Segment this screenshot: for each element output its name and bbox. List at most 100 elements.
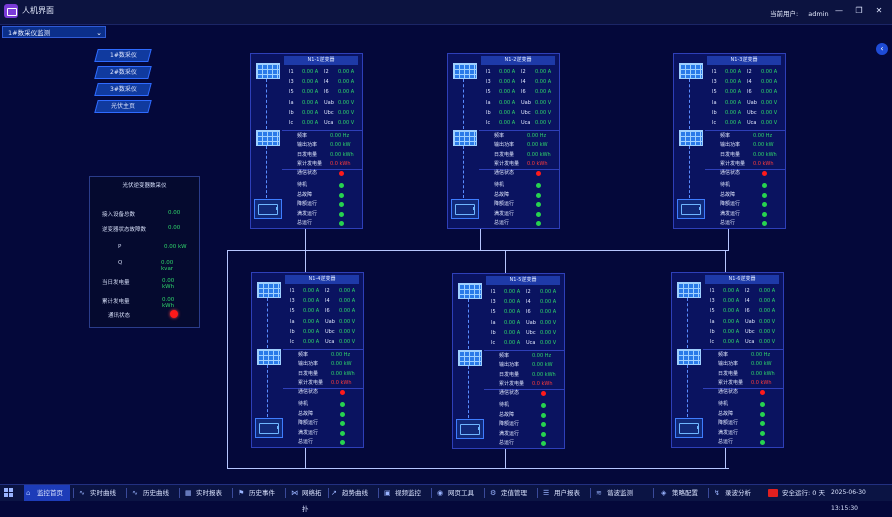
measure-value: 0.00 A bbox=[499, 79, 516, 86]
status-lamp bbox=[541, 422, 546, 428]
measure-value: 0.00 A bbox=[338, 79, 355, 86]
nav-button-pv-home[interactable]: 光伏主页 bbox=[94, 100, 152, 113]
inverter-panel: N1-6逆变器 I1 0.00 A I2 0.00 A I3 0.00 A I4 0.00 A I… bbox=[671, 272, 784, 448]
taskbar-item[interactable]: ∿ 历史曲线 bbox=[130, 485, 176, 501]
battery-icon bbox=[254, 199, 282, 219]
taskbar-item[interactable]: ▣ 视频监控 bbox=[382, 485, 428, 501]
status-lamp bbox=[340, 430, 345, 436]
power-label: 输出功率 bbox=[494, 142, 515, 149]
measure-label: I2 bbox=[324, 69, 329, 75]
power-label: 频率 bbox=[298, 352, 309, 358]
power-value: 0.00 Hz bbox=[751, 352, 771, 358]
status-lamp bbox=[340, 390, 345, 395]
strategy-icon: ◈ bbox=[661, 489, 667, 497]
taskbar-item[interactable]: ⌂ 监控首页 bbox=[24, 485, 70, 501]
power-value: 0.00 kW bbox=[330, 142, 351, 149]
battery-icon bbox=[255, 418, 283, 438]
measure-value: 0.00 V bbox=[761, 99, 778, 106]
current-user: 当前用户: admin bbox=[770, 8, 837, 18]
measure-label: I5 bbox=[710, 308, 715, 315]
chevron-down-icon: ⌄ bbox=[96, 29, 102, 37]
power-label: 日发电量 bbox=[718, 370, 739, 377]
bus-line bbox=[227, 468, 729, 469]
power-label: 日发电量 bbox=[494, 151, 515, 158]
measure-label: I6 bbox=[325, 308, 330, 315]
power-label: 频率 bbox=[718, 352, 729, 358]
status-label: 满发运行 bbox=[499, 430, 520, 437]
taskbar-item[interactable]: ▦ 实时报表 bbox=[183, 485, 229, 501]
wave-icon: ≋ bbox=[596, 489, 602, 497]
measure-value: 0.00 V bbox=[339, 328, 356, 335]
taskbar-item[interactable]: ↯ 录波分析 bbox=[712, 485, 758, 501]
measure-value: 0.00 A bbox=[499, 99, 516, 106]
nav-button-2[interactable]: 2#数采仪 bbox=[94, 66, 152, 79]
topology-icon: ⋈ bbox=[291, 489, 298, 497]
status-label: 通信状态 bbox=[720, 170, 741, 176]
status-lamp bbox=[762, 221, 767, 226]
device-selector[interactable]: 1#数采仪监测 ⌄ bbox=[2, 26, 106, 38]
taskbar-item-label: 网络拓扑 bbox=[302, 489, 322, 513]
alarm-icon[interactable] bbox=[768, 489, 778, 497]
battery-icon bbox=[451, 199, 479, 219]
power-value: 0.00 Hz bbox=[331, 352, 351, 358]
taskbar-item[interactable]: ≋ 谐波监测 bbox=[594, 485, 650, 501]
status-label: 满发运行 bbox=[720, 210, 741, 217]
taskbar-item[interactable]: ↗ 趋势曲线 bbox=[329, 485, 375, 501]
taskbar-item[interactable]: ☰ 用户报表 bbox=[541, 485, 587, 501]
nav-button-3[interactable]: 3#数采仪 bbox=[94, 83, 152, 96]
measure-value: 0.00 A bbox=[303, 339, 320, 345]
measure-value: 0.00 A bbox=[723, 318, 740, 325]
solar-panel-icon bbox=[257, 349, 281, 365]
status-label: 总故障 bbox=[718, 410, 734, 417]
taskbar-item[interactable]: ⋈ 网络拓扑 bbox=[289, 485, 325, 513]
history-chart-icon: ∿ bbox=[132, 489, 138, 497]
close-icon[interactable]: ✕ bbox=[873, 5, 885, 17]
taskbar-item[interactable]: ◈ 策略配置 bbox=[659, 485, 705, 501]
taskbar-item-label: 趋势曲线 bbox=[342, 489, 368, 497]
taskbar-item[interactable]: ⚙ 定值管理 bbox=[488, 485, 534, 501]
measure-label: I5 bbox=[491, 309, 496, 316]
maximize-icon[interactable]: ❐ bbox=[853, 5, 865, 17]
status-label: 总故障 bbox=[297, 191, 313, 198]
app-icon bbox=[4, 4, 18, 18]
taskbar-item[interactable]: ∿ 实时曲线 bbox=[77, 485, 123, 501]
status-label: 降额运行 bbox=[494, 201, 515, 208]
measure-label: I4 bbox=[747, 79, 752, 86]
measure-label: Uab bbox=[747, 99, 757, 106]
status-lamp bbox=[760, 402, 765, 408]
measure-value: 0.00 A bbox=[761, 69, 778, 75]
status-label: 待机 bbox=[297, 182, 308, 189]
collapse-panel-button[interactable]: ‹ bbox=[876, 43, 888, 55]
nav-button-1[interactable]: 1#数采仪 bbox=[94, 49, 152, 62]
inverter-panel: N1-3逆变器 I1 0.00 A I2 0.00 A I3 0.00 A I4 0.00 A I… bbox=[673, 53, 786, 229]
measure-label: Ib bbox=[486, 109, 491, 116]
measure-label: I1 bbox=[491, 289, 496, 295]
battery-icon bbox=[675, 418, 703, 438]
taskbar-item[interactable]: ⚑ 历史事件 bbox=[236, 485, 282, 501]
power-value: 0.0 kWh bbox=[330, 160, 351, 167]
taskbar: ⌂ 监控首页 ∿ 实时曲线 ∿ 历史曲线 ▦ 实时报表 ⚑ 历史事件 ⋈ 网络拓扑 ↗ 趋势曲线 ▣ 视频监控… bbox=[0, 484, 892, 513]
start-menu-icon[interactable] bbox=[4, 488, 14, 498]
power-value: 0.00 Hz bbox=[330, 133, 350, 139]
measure-label: I2 bbox=[526, 289, 531, 295]
status-lamp bbox=[762, 183, 767, 189]
taskbar-item-label: 谐波监测 bbox=[607, 489, 633, 497]
inverter-graphic bbox=[672, 273, 703, 447]
measure-value: 0.00 V bbox=[540, 319, 557, 326]
measure-value: 0.00 A bbox=[759, 298, 776, 305]
measure-label: Uab bbox=[526, 319, 536, 326]
power-value: 0.0 kWh bbox=[331, 379, 352, 386]
status-label: 待机 bbox=[494, 182, 505, 189]
measure-label: I4 bbox=[324, 79, 329, 86]
status-lamp bbox=[340, 411, 345, 417]
bus-line bbox=[505, 446, 506, 469]
minimize-icon[interactable]: — bbox=[833, 5, 845, 17]
report-icon: ▦ bbox=[185, 489, 192, 497]
measure-value: 0.00 A bbox=[723, 308, 740, 315]
taskbar-item[interactable]: ◉ 网页工具 bbox=[435, 485, 481, 501]
power-value: 0.00 Hz bbox=[753, 133, 773, 139]
measure-value: 0.00 A bbox=[302, 99, 319, 106]
status-lamp bbox=[339, 183, 344, 189]
measure-value: 0.00 V bbox=[338, 99, 355, 106]
bus-line bbox=[305, 227, 306, 251]
